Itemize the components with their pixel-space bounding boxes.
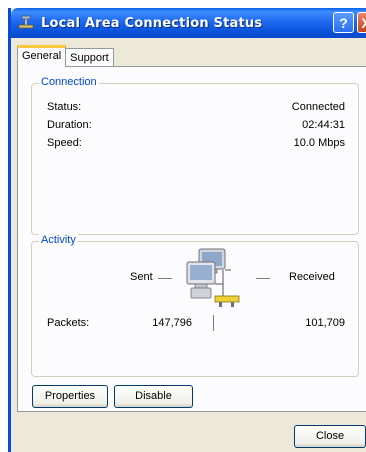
network-connection-icon <box>17 14 35 32</box>
connection-group-label: Connection <box>39 76 99 88</box>
status-row: Status: Connected <box>47 101 345 115</box>
connection-group: Connection Status: Connected Duration: 0… <box>31 76 359 235</box>
general-tab-panel: Connection Status: Connected Duration: 0… <box>17 66 366 412</box>
status-dialog-window: Local Area Connection Status ? X General… <box>8 8 366 452</box>
network-computers-icon <box>185 248 243 310</box>
sent-label: Sent <box>130 271 153 283</box>
received-label: Received <box>289 271 335 283</box>
packets-label: Packets: <box>47 317 90 329</box>
duration-label: Duration: <box>47 119 92 131</box>
sent-dash <box>158 278 172 279</box>
speed-row: Speed: 10.0 Mbps <box>47 137 345 151</box>
status-value: Connected <box>291 101 345 113</box>
packets-received-value: 101,709 <box>305 317 345 329</box>
activity-group-label: Activity <box>39 234 78 246</box>
received-dash <box>256 278 270 279</box>
properties-button[interactable]: Properties <box>32 385 108 408</box>
tab-support[interactable]: Support <box>65 48 114 67</box>
speed-label: Speed: <box>47 137 82 149</box>
close-button[interactable]: Close <box>294 425 366 448</box>
packets-sent-value: 147,796 <box>152 317 192 329</box>
activity-group: Activity Sent Received Packets: 147,796 … <box>31 234 359 377</box>
window-title: Local Area Connection Status <box>41 15 263 31</box>
tab-strip: General Support <box>17 45 114 67</box>
status-label: Status: <box>47 101 82 113</box>
help-button[interactable]: ? <box>333 12 354 33</box>
window-close-button[interactable]: X <box>357 12 366 33</box>
packets-divider <box>213 315 214 331</box>
speed-value: 10.0 Mbps <box>293 137 345 149</box>
disable-button[interactable]: Disable <box>114 385 193 408</box>
tab-general[interactable]: General <box>17 45 67 67</box>
title-bar[interactable]: Local Area Connection Status ? X <box>11 8 366 38</box>
duration-value: 02:44:31 <box>302 119 345 131</box>
duration-row: Duration: 02:44:31 <box>47 119 345 133</box>
